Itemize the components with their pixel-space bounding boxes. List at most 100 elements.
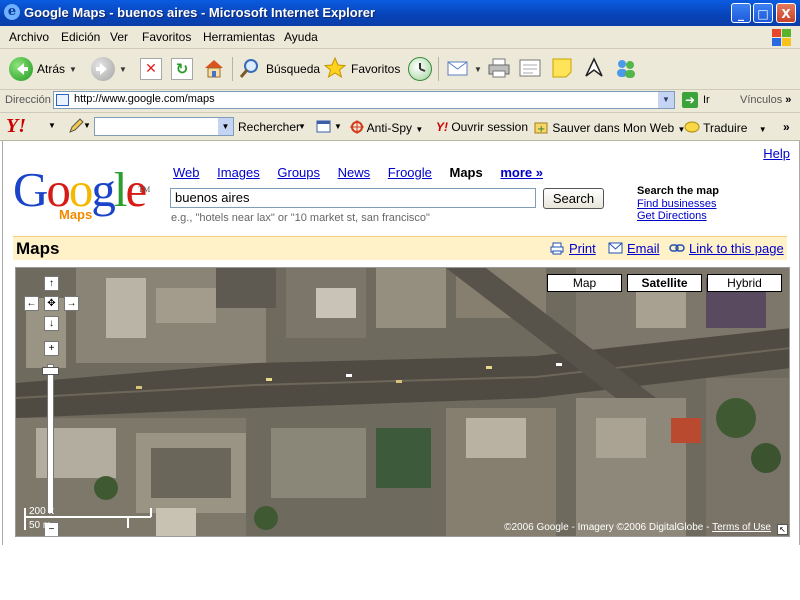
pan-up-icon[interactable]: ↑ [44, 276, 59, 291]
nav-more[interactable]: more » [500, 165, 543, 180]
translate-icon [684, 121, 700, 133]
yahoo-logo[interactable]: Y! [6, 115, 26, 138]
address-bar: Dirección http://www.google.com/maps ▼ ➜… [0, 90, 800, 113]
nav-web[interactable]: Web [173, 165, 200, 180]
go-button[interactable]: ➜ Ir [682, 92, 710, 108]
printer-icon[interactable] [550, 242, 564, 258]
yahoo-overflow-button[interactable]: » [783, 120, 790, 134]
notes-button[interactable] [550, 55, 574, 83]
yahoo-search-input[interactable]: ▼ [94, 117, 234, 136]
signin-button[interactable]: Y! Ouvrir session [436, 120, 528, 134]
envelope-icon[interactable] [608, 242, 623, 257]
maps-header-bar: Maps Print Email Link to this page [13, 236, 787, 260]
nav-maps: Maps [449, 165, 483, 180]
print-button[interactable] [487, 55, 511, 83]
pan-left-icon[interactable]: ← [24, 296, 39, 311]
forward-button[interactable]: ▼ [91, 55, 127, 83]
search-button[interactable]: Search [543, 188, 604, 209]
back-button[interactable]: Atrás ▼ [9, 55, 77, 83]
nav-froogle[interactable]: Froogle [388, 165, 432, 180]
email-link[interactable]: Email [627, 241, 660, 256]
home-icon [202, 56, 226, 83]
close-button[interactable]: X [776, 3, 796, 23]
ie-icon: e [4, 4, 20, 20]
crosshair-icon [350, 120, 364, 134]
map-copyright: ©2006 Google - Imagery ©2006 DigitalGlob… [504, 522, 771, 533]
nav-groups[interactable]: Groups [277, 165, 320, 180]
messenger-button[interactable] [582, 55, 606, 83]
search-options: Search the map Find businesses Get Direc… [637, 185, 719, 222]
popup-blocker-icon[interactable] [316, 120, 332, 137]
rechercher-dropdown-icon[interactable]: ▼ [298, 122, 306, 131]
maximize-button[interactable]: □ [753, 3, 773, 23]
refresh-button[interactable]: ↻ [171, 55, 193, 83]
search-map-title: Search the map [637, 185, 719, 197]
standard-toolbar: Atrás ▼ ▼ ✕ ↻ Búsqueda Favoritos ▼ [0, 49, 800, 90]
mail-dropdown-icon[interactable]: ▼ [474, 65, 482, 74]
popup-dropdown-icon[interactable]: ▼ [334, 122, 342, 131]
edit-button[interactable] [518, 55, 542, 83]
pencil-dropdown-icon[interactable]: ▼ [83, 121, 91, 130]
yahoo-search-dropdown-icon[interactable]: ▼ [218, 118, 233, 135]
search-input[interactable]: buenos aires [170, 188, 536, 208]
printer-icon [487, 56, 511, 83]
search-button[interactable]: Búsqueda [238, 55, 320, 83]
mail-button[interactable]: ▼ [446, 55, 482, 83]
chain-link-icon[interactable] [669, 242, 685, 257]
zoom-slider-thumb[interactable] [42, 367, 59, 375]
menu-ayuda[interactable]: Ayuda [284, 30, 318, 44]
pan-right-icon[interactable]: → [64, 296, 79, 311]
scale-m-label: 50 m [29, 520, 52, 531]
nav-news[interactable]: News [338, 165, 371, 180]
back-dropdown-icon[interactable]: ▼ [69, 65, 77, 74]
map-viewport[interactable]: Map Satellite Hybrid ↑ ← ✥ → ↓ + − 200 f… [15, 267, 790, 537]
menu-ver[interactable]: Ver [110, 30, 128, 44]
page-content: Help Google TM Maps Web Images Groups Ne… [2, 141, 800, 545]
yahoo-dropdown-icon[interactable]: ▼ [48, 121, 56, 130]
address-dropdown-icon[interactable]: ▼ [658, 92, 674, 108]
yahoo-toolbar: Y! ▼ ▼ ▼ Rechercher ▼ ▼ Anti-Spy ▼ Y! Ou… [0, 113, 800, 141]
stop-icon: ✕ [140, 58, 162, 80]
print-link[interactable]: Print [569, 241, 596, 256]
map-type-map[interactable]: Map [547, 274, 622, 292]
link-to-page[interactable]: Link to this page [689, 241, 784, 256]
save-web-button[interactable]: + Sauver dans Mon Web ▼ [534, 120, 685, 135]
find-businesses-link[interactable]: Find businesses [637, 198, 719, 210]
stop-button[interactable]: ✕ [140, 55, 162, 83]
minimize-button[interactable]: _ [731, 3, 751, 23]
get-directions-link[interactable]: Get Directions [637, 210, 719, 222]
menu-favoritos[interactable]: Favoritos [142, 30, 191, 44]
home-button[interactable] [202, 55, 226, 83]
menu-herramientas[interactable]: Herramientas [203, 30, 275, 44]
product-label: Maps [59, 207, 93, 222]
pen-tool-icon [582, 56, 606, 83]
maps-heading: Maps [16, 239, 60, 258]
history-button[interactable] [408, 55, 432, 83]
contacts-button[interactable] [614, 55, 638, 83]
antispy-button[interactable]: Anti-Spy ▼ [350, 120, 423, 135]
favorites-button[interactable]: Favoritos [323, 55, 400, 83]
satellite-imagery[interactable] [16, 268, 790, 537]
links-label[interactable]: Vínculos » [740, 94, 791, 106]
back-arrow-icon [9, 57, 33, 81]
scale-bar: 200 ft 50 m [24, 506, 154, 535]
forward-dropdown-icon[interactable]: ▼ [119, 65, 127, 74]
map-type-hybrid[interactable]: Hybrid [707, 274, 782, 292]
address-input[interactable]: http://www.google.com/maps ▼ [53, 91, 675, 109]
people-icon [614, 56, 638, 83]
rechercher-button[interactable]: Rechercher [238, 120, 300, 134]
zoom-slider-track[interactable] [47, 364, 54, 514]
help-link[interactable]: Help [763, 146, 790, 161]
service-nav: Web Images Groups News Froogle Maps more… [173, 165, 557, 180]
map-type-satellite[interactable]: Satellite [627, 274, 702, 292]
pan-center-icon[interactable]: ✥ [44, 296, 59, 311]
zoom-in-icon[interactable]: + [44, 341, 59, 356]
menu-edicion[interactable]: Edición [61, 30, 100, 44]
nav-images[interactable]: Images [217, 165, 260, 180]
translate-button[interactable]: Traduire ▼ [684, 120, 767, 135]
menu-archivo[interactable]: Archivo [9, 30, 49, 44]
map-resize-icon[interactable]: ↖ [777, 524, 788, 535]
pan-down-icon[interactable]: ↓ [44, 316, 59, 331]
terms-of-use-link[interactable]: Terms of Use [712, 522, 771, 533]
forward-arrow-icon [91, 57, 115, 81]
